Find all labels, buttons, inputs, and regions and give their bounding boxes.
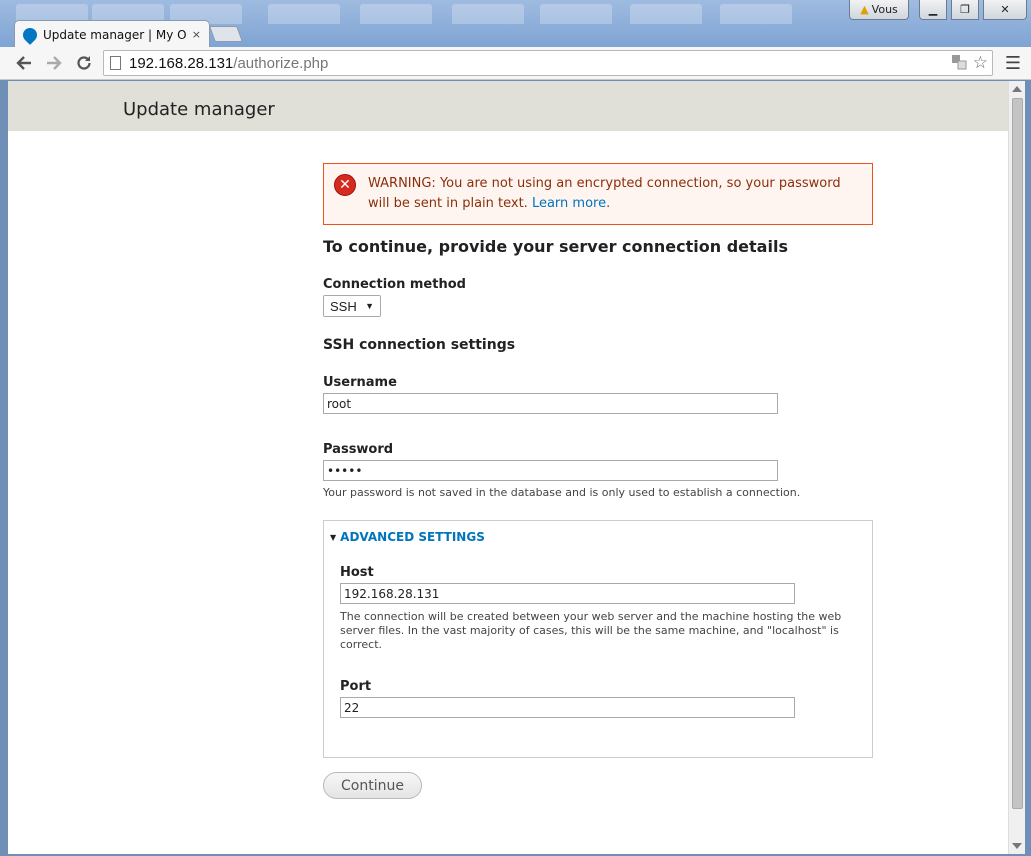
scroll-up-icon[interactable] bbox=[1012, 86, 1022, 92]
background-tab[interactable] bbox=[540, 4, 612, 24]
maximize-button[interactable]: ❐ bbox=[951, 0, 979, 20]
username-label: Username bbox=[323, 375, 397, 390]
translate-icon[interactable] bbox=[951, 53, 967, 76]
password-input[interactable] bbox=[323, 460, 778, 481]
chevron-down-icon: ▼ bbox=[365, 301, 374, 311]
scroll-thumb[interactable] bbox=[1012, 98, 1023, 809]
omnibox-actions: ☆ bbox=[951, 53, 988, 76]
hamburger-icon[interactable]: ☰ bbox=[1005, 53, 1021, 74]
form-heading: To continue, provide your server connect… bbox=[323, 237, 788, 256]
host-input[interactable] bbox=[340, 583, 795, 604]
host-label: Host bbox=[340, 565, 374, 580]
page-title: Update manager bbox=[123, 99, 275, 120]
connection-method-select[interactable]: SSH ▼ bbox=[323, 295, 381, 317]
vertical-scrollbar[interactable] bbox=[1008, 81, 1025, 854]
active-tab[interactable]: Update manager | My Own × bbox=[14, 20, 210, 48]
page-icon bbox=[110, 56, 121, 70]
error-icon: ✕ bbox=[334, 174, 356, 196]
page-viewport: Update manager ✕ WARNING: You are not us… bbox=[8, 81, 1008, 854]
password-description: Your password is not saved in the databa… bbox=[323, 486, 801, 499]
url-path: /authorize.php bbox=[233, 54, 329, 72]
background-tab[interactable] bbox=[360, 4, 432, 24]
arrow-right-icon[interactable] bbox=[42, 51, 66, 75]
star-icon[interactable]: ☆ bbox=[973, 53, 988, 76]
password-label: Password bbox=[323, 442, 394, 457]
learn-more-link[interactable]: Learn more bbox=[532, 196, 606, 211]
background-tab[interactable] bbox=[630, 4, 702, 24]
reload-icon[interactable] bbox=[72, 51, 96, 75]
authorize-form: ✕ WARNING: You are not using an encrypte… bbox=[323, 163, 873, 799]
arrow-left-icon[interactable] bbox=[12, 51, 36, 75]
background-tab[interactable] bbox=[720, 4, 792, 24]
page-header: Update manager bbox=[8, 81, 1008, 131]
warning-icon: ▲ bbox=[860, 3, 869, 16]
url-host: 192.168.28.131 bbox=[129, 54, 234, 72]
connection-method-value: SSH bbox=[330, 298, 357, 314]
connection-method-label: Connection method bbox=[323, 277, 466, 292]
triangle-down-icon: ▼ bbox=[330, 532, 337, 542]
background-tab[interactable] bbox=[452, 4, 524, 24]
continue-button[interactable]: Continue bbox=[323, 772, 422, 799]
host-description: The connection will be created between y… bbox=[340, 610, 842, 651]
user-badge[interactable]: ▲ Vous bbox=[849, 0, 909, 20]
new-tab-button[interactable] bbox=[209, 26, 243, 42]
username-input[interactable] bbox=[323, 393, 778, 414]
user-badge-label: Vous bbox=[871, 3, 898, 16]
advanced-settings-fieldset: ▼ ADVANCED SETTINGS Host The connection … bbox=[323, 520, 873, 758]
window-titlebar: ▲ Vous ▁ ❐ ✕ Update manager | My Own × bbox=[0, 0, 1031, 48]
warning-message: ✕ WARNING: You are not using an encrypte… bbox=[323, 163, 873, 225]
drupal-favicon-icon bbox=[20, 24, 40, 45]
warning-tail: . bbox=[606, 196, 611, 211]
advanced-settings-legend: ADVANCED SETTINGS bbox=[340, 530, 485, 544]
minimize-button[interactable]: ▁ bbox=[919, 0, 947, 20]
warning-text-block: WARNING: You are not using an encrypted … bbox=[368, 174, 862, 214]
port-input[interactable] bbox=[340, 697, 795, 718]
port-label: Port bbox=[340, 679, 372, 694]
window-controls: ▲ Vous ▁ ❐ ✕ bbox=[849, 0, 1027, 20]
browser-toolbar: 192.168.28.131/authorize.php ☆ ☰ bbox=[0, 47, 1031, 80]
background-tab[interactable] bbox=[268, 4, 340, 24]
advanced-settings-toggle[interactable]: ▼ ADVANCED SETTINGS bbox=[330, 530, 485, 544]
ssh-settings-heading: SSH connection settings bbox=[323, 337, 516, 353]
tab-close-icon[interactable]: × bbox=[192, 28, 201, 41]
tab-title: Update manager | My Own bbox=[43, 27, 186, 42]
close-button[interactable]: ✕ bbox=[983, 0, 1027, 20]
scroll-down-icon[interactable] bbox=[1012, 843, 1022, 849]
address-bar[interactable]: 192.168.28.131/authorize.php ☆ bbox=[103, 50, 993, 76]
